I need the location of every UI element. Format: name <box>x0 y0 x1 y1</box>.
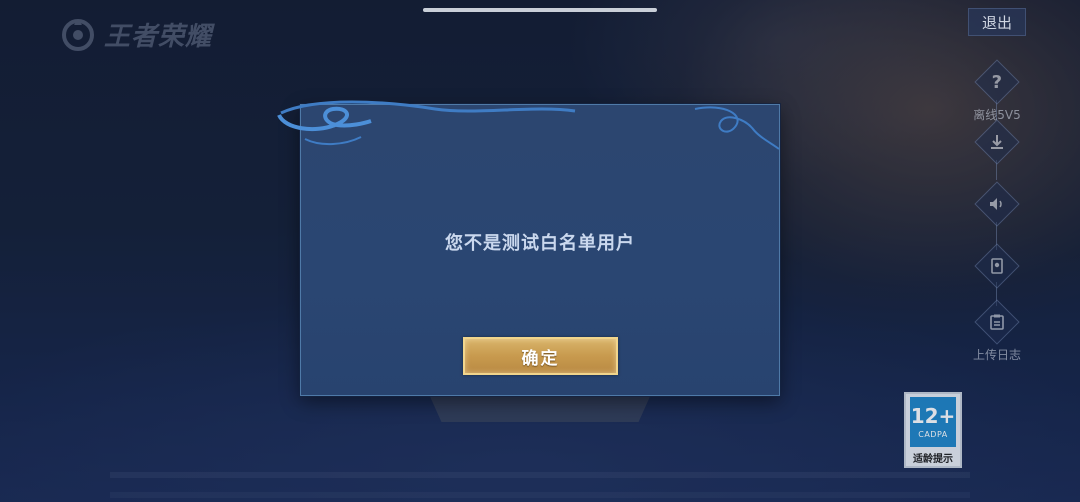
rating-org: CADPA <box>918 430 948 439</box>
exit-button[interactable]: 退出 <box>968 8 1026 36</box>
dialog-message: 您不是测试白名单用户 <box>445 233 635 254</box>
dialog-wave-ornament <box>277 100 780 150</box>
age-rating-badge[interactable]: 12+ CADPA 适龄提示 <box>904 392 962 468</box>
home-indicator[interactable] <box>423 8 657 12</box>
side-item-upload-log[interactable]: 上传日志 <box>973 299 1022 363</box>
game-logo: 王者荣耀 <box>60 16 212 53</box>
age-rating-value: 12+ <box>910 404 956 428</box>
speaker-icon <box>990 198 1002 210</box>
start-button-background <box>428 392 652 422</box>
logo-text: 王者荣耀 <box>104 22 213 52</box>
side-item-label: 上传日志 <box>973 348 1022 362</box>
download-icon <box>991 135 1003 149</box>
confirm-button[interactable]: 确定 <box>463 337 618 375</box>
legal-footer <box>0 472 1080 498</box>
side-item-card[interactable] <box>974 243 1020 289</box>
age-rating-note: 适龄提示 <box>913 454 953 465</box>
side-item-offline-5v5[interactable]: ? 离线5V5 <box>973 59 1021 123</box>
alert-dialog: 您不是测试白名单用户 确定 <box>277 100 780 396</box>
side-item-download[interactable] <box>974 119 1020 165</box>
side-item-sound[interactable] <box>974 181 1020 227</box>
clipboard-icon <box>990 314 1004 330</box>
logo-emblem-icon <box>62 18 94 51</box>
card-icon <box>991 258 1003 274</box>
question-icon: ? <box>991 71 1003 93</box>
